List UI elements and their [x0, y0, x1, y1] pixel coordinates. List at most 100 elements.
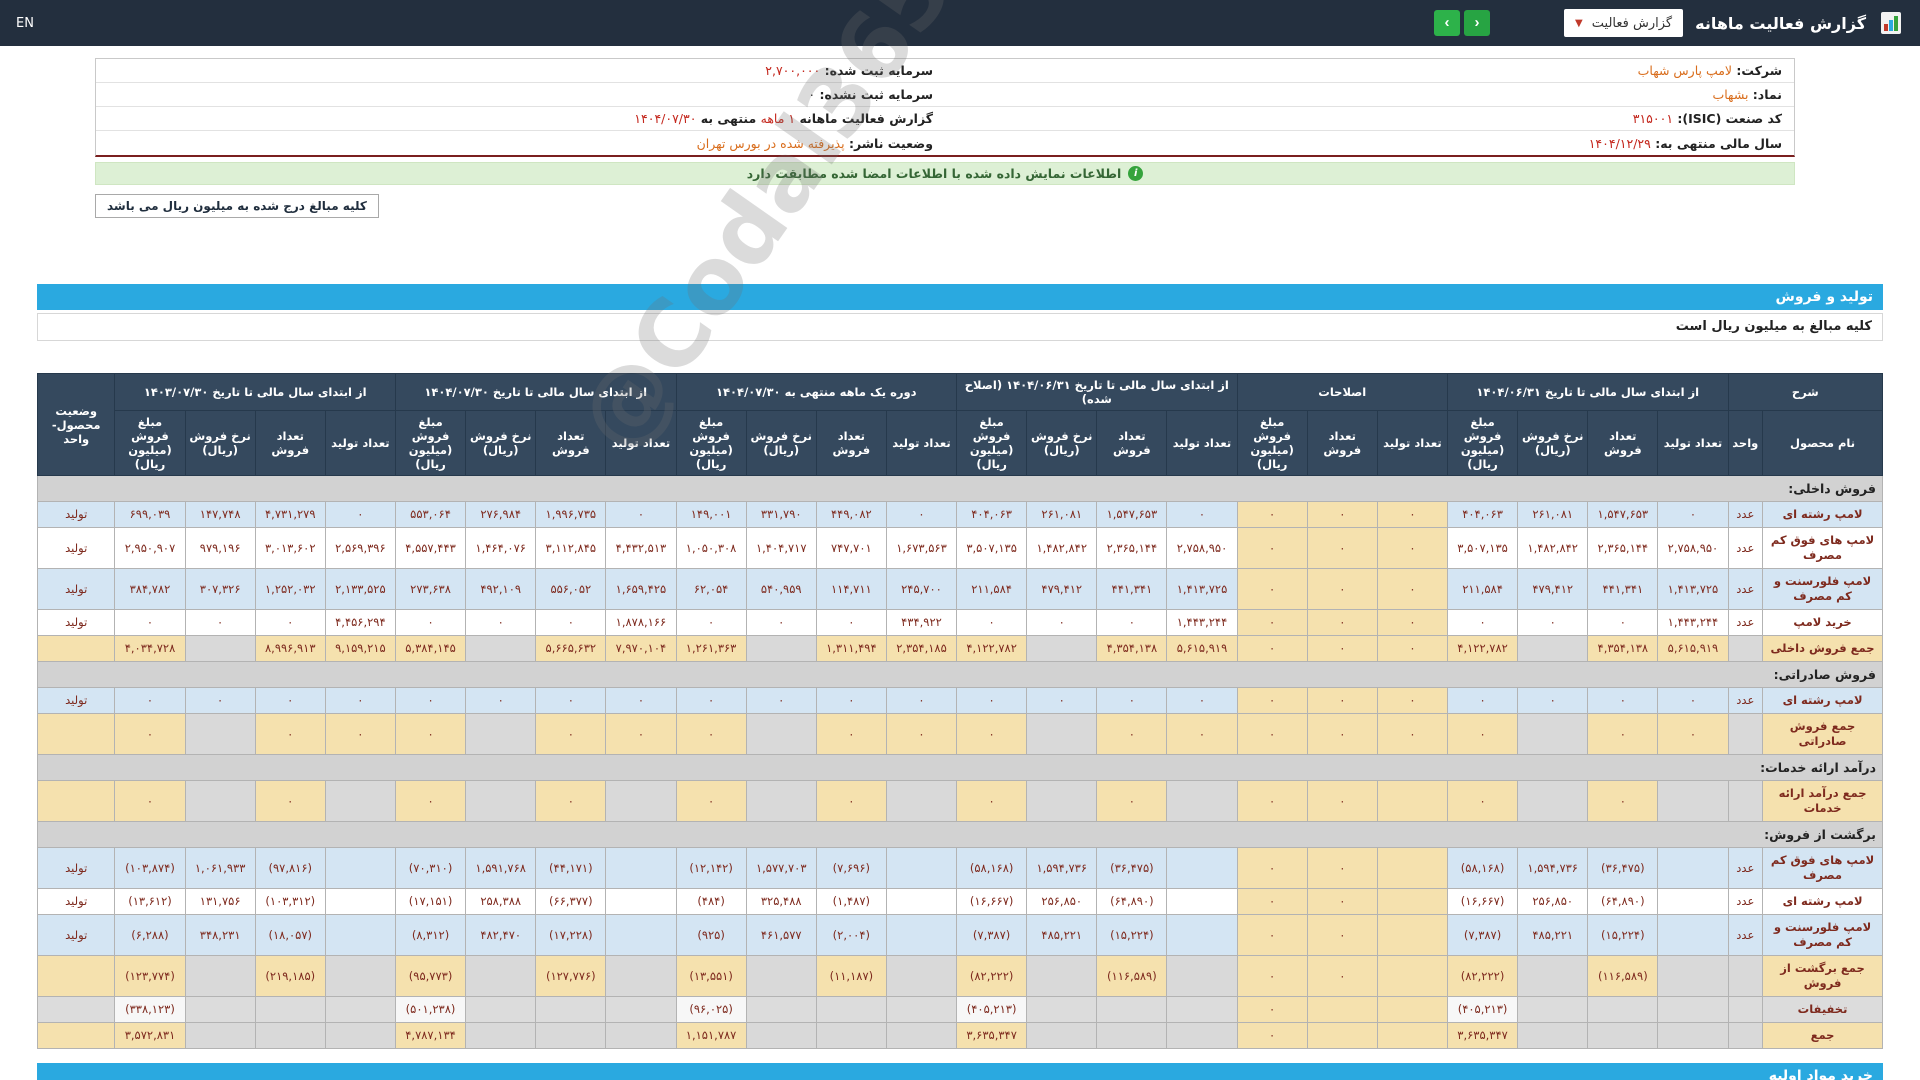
info-value[interactable]: بشهاب [1712, 87, 1748, 102]
value-cell [324, 955, 396, 997]
value-cell: ۴۸۵,۲۲۱ [1517, 914, 1589, 956]
table-row: لامپ رشته ای عدد ۰ ۰ ۰ ۰ ۰ ۰ ۰ ۰ ۰ ۰ ۰ ۰ ۰ ۰ ۰ ۰ ۰ ۰ ۰ ۰ ۰ ۰ ۰ تو… [36, 687, 1883, 714]
table-row: جمع درآمد ارائه خدمات ۰ ۰ ۰ ۰ ۰ ۰ ۰ ۰ ۰ ۰ ۰ ۰ [36, 780, 1883, 822]
value-cell: (۱۷,۱۵۱) [394, 888, 467, 915]
amounts-note: کلیه مبالغ درج شده به میلیون ریال می باش… [95, 194, 379, 218]
banner-text: اطلاعات نمایش داده شده با اطلاعات امضا ش… [746, 166, 1122, 181]
info-label: کد صنعت (ISIC): [1673, 111, 1782, 126]
value-cell: ۰ [745, 609, 817, 636]
value-cell: (۱۲۳,۷۷۴) [114, 955, 186, 997]
value-cell: ۰ [1236, 527, 1308, 569]
column-header: مبلغ فروش (میلیون ریال) [114, 410, 186, 476]
value-cell [605, 996, 677, 1023]
value-cell: ۰ [815, 687, 887, 714]
value-cell: (۸۲,۲۲۲) [956, 955, 1028, 997]
value-cell [535, 996, 607, 1023]
info-label: سرمایه ثبت نشده: [815, 87, 933, 102]
unit-cell: عدد [1727, 527, 1764, 569]
value-cell: ۰ [1236, 1022, 1308, 1049]
value-cell: ۰ [605, 501, 677, 528]
value-cell [1376, 914, 1448, 956]
info-label: گزارش فعالیت ماهانه [795, 111, 933, 126]
value-cell [605, 780, 677, 822]
value-cell: ۴,۰۳۴,۷۲۸ [114, 635, 186, 662]
column-header: تعداد تولید [1376, 410, 1448, 476]
value-cell: ۰ [1306, 888, 1378, 915]
value-cell: (۴۴,۱۷۱) [535, 847, 607, 889]
value-cell: ۰ [1657, 687, 1729, 714]
value-cell: ۰ [956, 687, 1028, 714]
value-cell: ۳,۵۰۷,۱۳۵ [1446, 527, 1519, 569]
value-cell: ۰ [675, 780, 747, 822]
value-cell: ۰ [885, 687, 958, 714]
value-cell [605, 914, 677, 956]
prev-report-button[interactable]: ‹ [1464, 10, 1491, 36]
value-cell: ۰ [605, 687, 677, 714]
value-cell: ۰ [324, 687, 396, 714]
report-type-dropdown[interactable]: گزارش فعالیت ▼ [1564, 9, 1684, 37]
value-cell [184, 780, 256, 822]
value-cell: (۸,۳۱۲) [394, 914, 467, 956]
value-cell: ۴۰۴,۰۶۳ [1446, 501, 1519, 528]
table-row: لامپ فلورسنت و کم مصرف عدد (۱۵,۲۲۴) ۴۸۵,۲۲۱… [36, 914, 1883, 956]
value-cell [1026, 635, 1098, 662]
value-cell: ۴۰۴,۰۶۳ [956, 501, 1028, 528]
value-cell: ۴۴۱,۳۴۱ [1587, 568, 1659, 610]
status-cell: تولید [36, 888, 116, 915]
info-label: شرکت: [1732, 63, 1782, 78]
value-cell: ۰ [1166, 713, 1238, 755]
table-row: لامپ های فوق کم مصرف عدد (۳۶,۴۷۵) ۱,۵۹۴,۷۳۶… [36, 847, 1883, 889]
value-cell: (۴۰۵,۲۱۳) [956, 996, 1028, 1023]
column-header: تعداد تولید [605, 410, 677, 476]
section-title-production: تولید و فروش [37, 284, 1883, 310]
value-cell: ۲۵۸,۳۸۸ [465, 888, 537, 915]
table-row: جمع فروش داخلی ۵,۶۱۵,۹۱۹ ۴,۳۵۴,۱۳۸ ۴,۱۲۲,۷۸… [36, 635, 1883, 662]
info-value: ۲,۷۰۰,۰۰۰ [765, 63, 821, 78]
product-name: خرید لامپ [1762, 609, 1883, 636]
status-cell: تولید [36, 847, 116, 889]
value-cell: ۰ [535, 713, 607, 755]
value-cell [1587, 996, 1659, 1023]
value-cell [1657, 847, 1729, 889]
value-cell: ۱,۴۴۳,۲۴۴ [1166, 609, 1238, 636]
unit-cell [1727, 996, 1764, 1023]
column-group-header: از ابتدای سال مالی تا تاریخ ۱۴۰۳/۰۷/۳۰ [114, 373, 396, 411]
column-group-header: اصلاحات [1236, 373, 1448, 411]
value-cell: ۰ [1166, 501, 1238, 528]
status-cell: تولید [36, 914, 116, 956]
next-report-button[interactable]: › [1434, 10, 1461, 36]
value-cell: (۷,۶۹۶) [815, 847, 887, 889]
value-cell: ۳,۵۰۷,۱۳۵ [956, 527, 1028, 569]
value-cell [1376, 1022, 1448, 1049]
language-toggle-en[interactable]: EN [16, 16, 34, 31]
value-cell: ۰ [254, 713, 326, 755]
info-value[interactable]: لامپ پارس شهاب [1638, 63, 1732, 78]
value-cell: ۰ [114, 687, 186, 714]
value-cell: ۱,۵۹۱,۷۶۸ [465, 847, 537, 889]
value-cell: ۳۴۸,۲۳۱ [184, 914, 256, 956]
value-cell: (۱۵,۲۲۴) [1587, 914, 1659, 956]
value-cell: ۸,۹۹۶,۹۱۳ [254, 635, 326, 662]
value-cell: ۰ [394, 609, 467, 636]
value-cell [1306, 1022, 1378, 1049]
value-cell: ۴,۱۲۲,۷۸۲ [956, 635, 1028, 662]
value-cell: (۹۶,۰۲۵) [675, 996, 747, 1023]
status-cell: تولید [36, 568, 116, 610]
table-row: تخفیفات (۴۰۵,۲۱۳) ۰ (۴۰۵,۲۱۳) (۹۶,۰۲۵) (۵۰۱,۲… [36, 996, 1883, 1023]
value-cell: ۰ [114, 609, 186, 636]
value-cell [1096, 996, 1168, 1023]
monthly-report-icon [1878, 10, 1904, 36]
value-cell [465, 955, 537, 997]
value-cell: ۳۸۴,۷۸۲ [114, 568, 186, 610]
value-cell: ۵,۶۱۵,۹۱۹ [1166, 635, 1238, 662]
value-cell [324, 914, 396, 956]
table-row: فروش صادراتی: [37, 661, 1883, 688]
value-cell [1026, 996, 1098, 1023]
value-cell: ۶۲,۰۵۴ [675, 568, 747, 610]
value-cell: ۰ [1306, 780, 1378, 822]
column-group-header: از ابتدای سال مالی تا تاریخ ۱۴۰۴/۰۶/۳۱ [1446, 373, 1729, 411]
status-cell [36, 955, 116, 997]
unit-cell: عدد [1727, 847, 1764, 889]
table-row: برگشت از فروش: [37, 821, 1883, 848]
status-cell: تولید [36, 527, 116, 569]
